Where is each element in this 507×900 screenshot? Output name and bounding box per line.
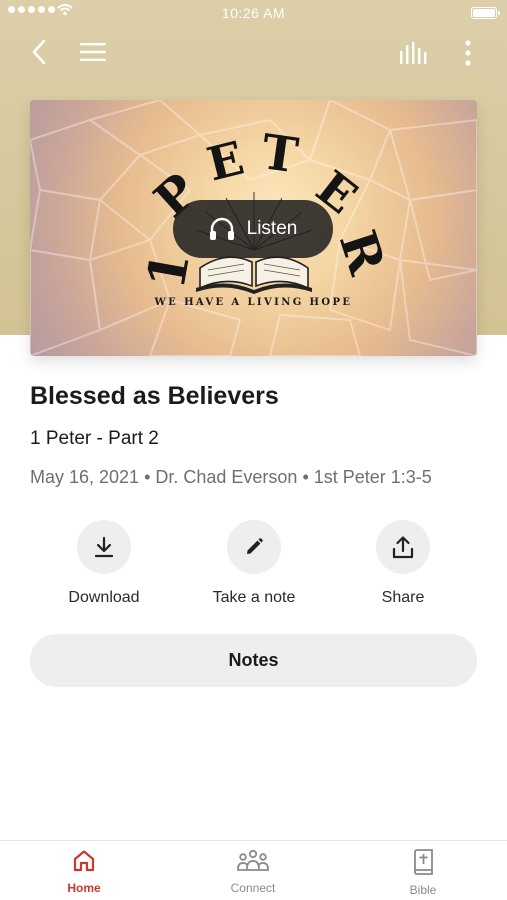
sermon-series: 1 Peter - Part 2 [30,428,159,449]
chevron-left-icon [32,39,46,65]
artwork-letter: T [258,124,301,184]
more-options-button[interactable] [458,38,478,68]
download-icon [94,536,114,558]
share-action[interactable]: Share [328,520,478,607]
share-button[interactable] [376,520,430,574]
tab-home[interactable]: Home [24,849,144,895]
open-book-illustration [196,256,312,294]
tab-connect[interactable]: Connect [193,849,313,895]
headphones-icon [209,217,234,240]
battery-icon [471,7,500,19]
menu-button[interactable] [76,38,110,66]
download-button[interactable] [77,520,131,574]
download-action[interactable]: Download [29,520,179,607]
pencil-icon [247,538,263,554]
take-note-button[interactable] [227,520,281,574]
share-icon [392,536,414,559]
bible-icon [414,849,433,875]
status-bar: 10:26 AM [0,0,507,26]
artwork-letter: R [328,223,397,281]
sermon-meta: May 16, 2021 • Dr. Chad Everson • 1st Pe… [30,467,432,487]
hamburger-icon [80,43,106,61]
download-label: Download [68,589,140,606]
notes-button[interactable]: Notes [30,634,477,687]
audio-button[interactable] [396,38,430,68]
sermon-title: Blessed as Believers [30,382,279,410]
share-label: Share [381,589,425,606]
listen-label: Listen [246,218,298,239]
vertical-dots-icon [465,40,471,66]
tab-bible[interactable]: Bible [363,849,483,897]
listen-button[interactable]: Listen [173,200,333,258]
take-note-action[interactable]: Take a note [179,520,329,607]
tab-bible-label: Bible [409,883,437,897]
tab-bar: Home Connect Bible [0,840,507,900]
tab-connect-label: Connect [230,881,276,895]
equalizer-icon [400,42,427,64]
people-icon [237,849,269,871]
home-icon [73,850,95,872]
status-time: 10:26 AM [221,5,286,21]
take-note-label: Take a note [212,589,296,606]
back-button[interactable] [24,36,54,68]
tab-home-label: Home [67,881,101,895]
artwork-letter: E [202,131,249,192]
artwork-tagline: WE HAVE A LIVING HOPE [154,297,353,308]
